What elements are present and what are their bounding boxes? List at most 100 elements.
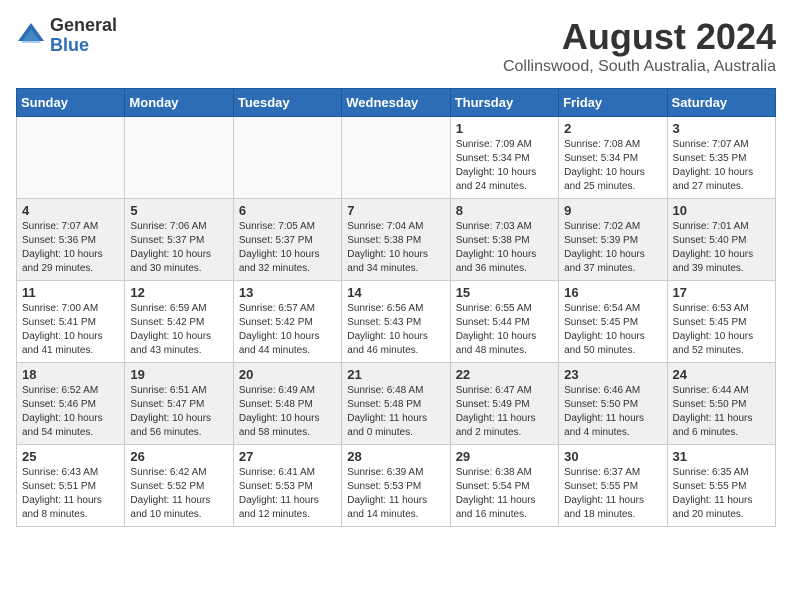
day-info: Sunrise: 7:05 AM Sunset: 5:37 PM Dayligh…: [239, 220, 336, 276]
day-info: Sunrise: 7:03 AM Sunset: 5:38 PM Dayligh…: [456, 220, 553, 276]
day-info: Sunrise: 7:07 AM Sunset: 5:35 PM Dayligh…: [673, 138, 770, 194]
day-info: Sunrise: 6:57 AM Sunset: 5:42 PM Dayligh…: [239, 302, 336, 358]
day-header-monday: Monday: [125, 89, 233, 117]
calendar-day: 24 Sunrise: 6:44 AM Sunset: 5:50 PM Dayli…: [667, 363, 775, 445]
logo-icon: [16, 21, 46, 51]
day-info: Sunrise: 7:00 AM Sunset: 5:41 PM Dayligh…: [22, 302, 119, 358]
location-title: Collinswood, South Australia, Australia: [503, 58, 776, 76]
calendar-day: [233, 117, 341, 199]
logo-blue-label: Blue: [50, 36, 117, 56]
calendar-day: 18 Sunrise: 6:52 AM Sunset: 5:46 PM Dayli…: [17, 363, 125, 445]
title-section: August 2024 Collinswood, South Australia…: [503, 16, 776, 76]
day-info: Sunrise: 7:01 AM Sunset: 5:40 PM Dayligh…: [673, 220, 770, 276]
day-info: Sunrise: 6:44 AM Sunset: 5:50 PM Dayligh…: [673, 384, 770, 440]
day-number: 18: [22, 367, 119, 382]
calendar-table: SundayMondayTuesdayWednesdayThursdayFrid…: [16, 88, 776, 527]
day-number: 26: [130, 449, 227, 464]
day-number: 17: [673, 285, 770, 300]
calendar-day: 5 Sunrise: 7:06 AM Sunset: 5:37 PM Daylig…: [125, 199, 233, 281]
day-number: 27: [239, 449, 336, 464]
calendar-day: 13 Sunrise: 6:57 AM Sunset: 5:42 PM Dayli…: [233, 281, 341, 363]
day-number: 15: [456, 285, 553, 300]
calendar-day: 27 Sunrise: 6:41 AM Sunset: 5:53 PM Dayli…: [233, 445, 341, 527]
day-info: Sunrise: 6:39 AM Sunset: 5:53 PM Dayligh…: [347, 466, 444, 522]
day-info: Sunrise: 6:43 AM Sunset: 5:51 PM Dayligh…: [22, 466, 119, 522]
calendar-day: 21 Sunrise: 6:48 AM Sunset: 5:48 PM Dayli…: [342, 363, 450, 445]
day-number: 6: [239, 203, 336, 218]
calendar-day: 28Sunrise: 6:39 AM Sunset: 5:53 PM Dayli…: [342, 445, 450, 527]
calendar-week-3: 11Sunrise: 7:00 AM Sunset: 5:41 PM Dayli…: [17, 281, 776, 363]
day-number: 14: [347, 285, 444, 300]
day-header-sunday: Sunday: [17, 89, 125, 117]
day-info: Sunrise: 6:55 AM Sunset: 5:44 PM Dayligh…: [456, 302, 553, 358]
calendar-day: 16Sunrise: 6:54 AM Sunset: 5:45 PM Dayli…: [559, 281, 667, 363]
calendar-week-1: 1Sunrise: 7:09 AM Sunset: 5:34 PM Daylig…: [17, 117, 776, 199]
day-header-friday: Friday: [559, 89, 667, 117]
day-info: Sunrise: 6:49 AM Sunset: 5:48 PM Dayligh…: [239, 384, 336, 440]
day-info: Sunrise: 7:02 AM Sunset: 5:39 PM Dayligh…: [564, 220, 661, 276]
month-title: August 2024: [503, 16, 776, 58]
calendar-day: 17Sunrise: 6:53 AM Sunset: 5:45 PM Dayli…: [667, 281, 775, 363]
calendar-day: 10Sunrise: 7:01 AM Sunset: 5:40 PM Dayli…: [667, 199, 775, 281]
day-number: 3: [673, 121, 770, 136]
day-number: 22: [456, 367, 553, 382]
logo-general-label: General: [50, 16, 117, 36]
day-header-thursday: Thursday: [450, 89, 558, 117]
day-info: Sunrise: 6:51 AM Sunset: 5:47 PM Dayligh…: [130, 384, 227, 440]
calendar-week-4: 18 Sunrise: 6:52 AM Sunset: 5:46 PM Dayli…: [17, 363, 776, 445]
calendar-day: [342, 117, 450, 199]
day-info: Sunrise: 7:09 AM Sunset: 5:34 PM Dayligh…: [456, 138, 553, 194]
day-number: 13: [239, 285, 336, 300]
day-info: Sunrise: 6:42 AM Sunset: 5:52 PM Dayligh…: [130, 466, 227, 522]
logo: General Blue: [16, 16, 117, 56]
calendar-day: 20 Sunrise: 6:49 AM Sunset: 5:48 PM Dayli…: [233, 363, 341, 445]
calendar-day: 25 Sunrise: 6:43 AM Sunset: 5:51 PM Dayli…: [17, 445, 125, 527]
day-info: Sunrise: 6:46 AM Sunset: 5:50 PM Dayligh…: [564, 384, 661, 440]
day-number: 5: [130, 203, 227, 218]
page-header: General Blue August 2024 Collinswood, So…: [16, 16, 776, 76]
calendar-day: 19 Sunrise: 6:51 AM Sunset: 5:47 PM Dayli…: [125, 363, 233, 445]
day-info: Sunrise: 6:41 AM Sunset: 5:53 PM Dayligh…: [239, 466, 336, 522]
day-number: 20: [239, 367, 336, 382]
calendar-day: 14 Sunrise: 6:56 AM Sunset: 5:43 PM Dayli…: [342, 281, 450, 363]
day-number: 21: [347, 367, 444, 382]
day-number: 23: [564, 367, 661, 382]
calendar-day: 7Sunrise: 7:04 AM Sunset: 5:38 PM Daylig…: [342, 199, 450, 281]
day-info: Sunrise: 7:06 AM Sunset: 5:37 PM Dayligh…: [130, 220, 227, 276]
calendar-day: 15 Sunrise: 6:55 AM Sunset: 5:44 PM Dayli…: [450, 281, 558, 363]
day-header-tuesday: Tuesday: [233, 89, 341, 117]
day-number: 31: [673, 449, 770, 464]
calendar-day: 6 Sunrise: 7:05 AM Sunset: 5:37 PM Daylig…: [233, 199, 341, 281]
day-info: Sunrise: 6:59 AM Sunset: 5:42 PM Dayligh…: [130, 302, 227, 358]
calendar-day: 12 Sunrise: 6:59 AM Sunset: 5:42 PM Dayli…: [125, 281, 233, 363]
calendar-day: 26 Sunrise: 6:42 AM Sunset: 5:52 PM Dayli…: [125, 445, 233, 527]
day-number: 12: [130, 285, 227, 300]
day-info: Sunrise: 6:52 AM Sunset: 5:46 PM Dayligh…: [22, 384, 119, 440]
calendar-day: 2Sunrise: 7:08 AM Sunset: 5:34 PM Daylig…: [559, 117, 667, 199]
day-number: 2: [564, 121, 661, 136]
day-info: Sunrise: 6:54 AM Sunset: 5:45 PM Dayligh…: [564, 302, 661, 358]
day-header-saturday: Saturday: [667, 89, 775, 117]
calendar-day: 30Sunrise: 6:37 AM Sunset: 5:55 PM Dayli…: [559, 445, 667, 527]
calendar-day: [125, 117, 233, 199]
day-number: 25: [22, 449, 119, 464]
calendar-day: 4 Sunrise: 7:07 AM Sunset: 5:36 PM Daylig…: [17, 199, 125, 281]
calendar-week-5: 25 Sunrise: 6:43 AM Sunset: 5:51 PM Dayli…: [17, 445, 776, 527]
calendar-day: 3 Sunrise: 7:07 AM Sunset: 5:35 PM Daylig…: [667, 117, 775, 199]
day-number: 30: [564, 449, 661, 464]
day-number: 7: [347, 203, 444, 218]
day-info: Sunrise: 6:56 AM Sunset: 5:43 PM Dayligh…: [347, 302, 444, 358]
day-info: Sunrise: 6:48 AM Sunset: 5:48 PM Dayligh…: [347, 384, 444, 440]
day-number: 19: [130, 367, 227, 382]
day-number: 24: [673, 367, 770, 382]
day-number: 4: [22, 203, 119, 218]
day-header-wednesday: Wednesday: [342, 89, 450, 117]
day-number: 8: [456, 203, 553, 218]
calendar-day: 1Sunrise: 7:09 AM Sunset: 5:34 PM Daylig…: [450, 117, 558, 199]
calendar-day: 8 Sunrise: 7:03 AM Sunset: 5:38 PM Daylig…: [450, 199, 558, 281]
day-info: Sunrise: 7:07 AM Sunset: 5:36 PM Dayligh…: [22, 220, 119, 276]
logo-text: General Blue: [50, 16, 117, 56]
calendar-day: 23 Sunrise: 6:46 AM Sunset: 5:50 PM Dayli…: [559, 363, 667, 445]
calendar-day: 22Sunrise: 6:47 AM Sunset: 5:49 PM Dayli…: [450, 363, 558, 445]
day-info: Sunrise: 6:35 AM Sunset: 5:55 PM Dayligh…: [673, 466, 770, 522]
